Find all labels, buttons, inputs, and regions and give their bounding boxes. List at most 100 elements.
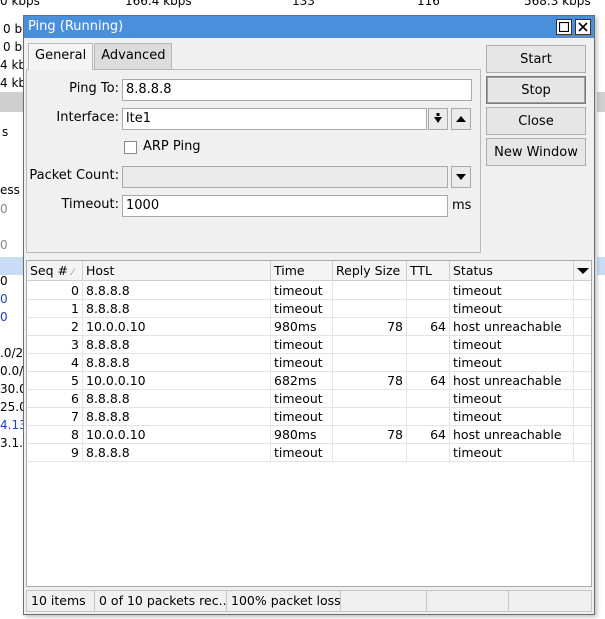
cell-reply-size [333,282,407,300]
timeout-label: Timeout: [61,197,119,212]
cell-time: timeout [271,408,333,426]
bg-top-value: 166.4 kbps [125,0,192,8]
table-row[interactable]: 3 8.8.8.8 timeout timeout [27,336,591,354]
maximize-button[interactable] [556,19,572,35]
status-empty-cell [341,591,427,611]
table-header: Seq # ⁄ Host Time Reply Size TTL Status [27,261,591,281]
arp-ping-checkbox[interactable] [124,141,137,154]
bg-fragment: 0 [0,274,8,288]
column-header-seq[interactable]: Seq # ⁄ [27,261,83,281]
cell-reply-size [333,300,407,318]
bg-top-value: 0 kbps [0,0,40,8]
cell-seq: 1 [27,300,83,318]
column-header-reply-size[interactable]: Reply Size [333,261,407,281]
bg-toolbar-strip-right [597,92,605,112]
close-window-button[interactable] [575,19,591,35]
cell-ttl [407,390,450,408]
status-loss: 100% packet loss [227,591,341,611]
bg-selected-row [0,257,23,275]
cell-seq: 4 [27,354,83,372]
table-row[interactable]: 6 8.8.8.8 timeout timeout [27,390,591,408]
window-titlebar[interactable]: Ping (Running) [24,16,594,38]
interface-dropdown-button[interactable] [428,108,448,130]
bg-top-value: 133 [292,0,315,8]
cell-time: timeout [271,390,333,408]
status-empty-cell [509,591,593,611]
cell-reply-size [333,408,407,426]
arp-ping-label: ARP Ping [143,139,201,154]
chevron-down-icon [577,268,589,274]
start-button[interactable]: Start [486,45,586,73]
close-button[interactable]: Close [486,107,586,135]
sort-icon: ⁄ [72,268,74,278]
table-row[interactable]: 8 10.0.0.10 980ms 78 64 host unreachable [27,426,591,444]
cell-time: timeout [271,444,333,462]
interface-label: Interface: [56,110,119,125]
cell-host: 8.8.8.8 [83,282,271,300]
cell-time: timeout [271,300,333,318]
bg-fragment: 0 [0,202,8,216]
tab-general[interactable]: General [28,43,94,70]
bg-top-value: 568.3 kbps [524,0,591,8]
packet-count-input[interactable] [122,166,448,188]
chevron-down-icon [456,174,466,180]
interface-remove-button[interactable] [451,108,471,130]
packet-count-dropdown-button[interactable] [451,166,471,188]
new-window-button[interactable]: New Window [486,138,586,166]
cell-reply-size [333,390,407,408]
cell-host: 8.8.8.8 [83,354,271,372]
column-header-time[interactable]: Time [271,261,333,281]
cell-time: 682ms [271,372,333,390]
packet-count-label: Packet Count: [29,168,119,183]
cell-seq: 2 [27,318,83,336]
table-row[interactable]: 2 10.0.0.10 980ms 78 64 host unreachable [27,318,591,336]
cell-host: 10.0.0.10 [83,372,271,390]
tab-advanced[interactable]: Advanced [94,43,173,69]
cell-ttl: 64 [407,426,450,444]
status-received: 0 of 10 packets rec... [95,591,227,611]
status-item-count: 10 items [27,591,95,611]
cell-time: 980ms [271,426,333,444]
ping-to-label: Ping To: [69,81,119,96]
column-header-status[interactable]: Status [450,261,574,281]
bg-fragment: 0 b [3,22,23,36]
table-row[interactable]: 1 8.8.8.8 timeout timeout [27,300,591,318]
background-header-row: 0 kbps 166.4 kbps 133 116 568.3 kbps [0,0,605,14]
close-icon [578,22,588,32]
cell-seq: 0 [27,282,83,300]
cell-time: timeout [271,282,333,300]
table-row[interactable]: 0 8.8.8.8 timeout timeout [27,282,591,300]
cell-ttl [407,282,450,300]
stop-button[interactable]: Stop [486,76,586,104]
table-row[interactable]: 5 10.0.0.10 682ms 78 64 host unreachable [27,372,591,390]
cell-ttl [407,354,450,372]
bg-fragment: s [2,125,9,139]
column-header-ttl[interactable]: TTL [407,261,450,281]
general-panel: Ping To: 8.8.8.8 Interface: lte1 ARP Pin… [26,69,481,253]
chevron-up-icon [456,116,466,122]
cell-status: timeout [450,408,574,426]
timeout-unit: ms [452,198,472,213]
interface-select[interactable]: lte1 [122,108,427,130]
cell-seq: 6 [27,390,83,408]
column-header-host[interactable]: Host [83,261,271,281]
cell-host: 8.8.8.8 [83,390,271,408]
cell-status: timeout [450,354,574,372]
table-row[interactable]: 9 8.8.8.8 timeout timeout [27,444,591,462]
ping-results-table: Seq # ⁄ Host Time Reply Size TTL Status … [26,260,592,587]
bg-fragment: 0 [0,310,8,324]
table-row[interactable]: 4 8.8.8.8 timeout timeout [27,354,591,372]
status-empty-cell [427,591,509,611]
table-row[interactable]: 7 8.8.8.8 timeout timeout [27,408,591,426]
cell-time: timeout [271,354,333,372]
cell-ttl [407,444,450,462]
ping-to-input[interactable]: 8.8.8.8 [122,79,472,101]
cell-status: host unreachable [450,372,574,390]
maximize-icon [559,22,569,32]
column-menu-button[interactable] [574,261,591,281]
bg-fragment: 0 b [3,40,23,54]
cell-status: timeout [450,390,574,408]
cell-ttl [407,336,450,354]
timeout-input[interactable]: 1000 [122,195,448,217]
cell-host: 10.0.0.10 [83,318,271,336]
